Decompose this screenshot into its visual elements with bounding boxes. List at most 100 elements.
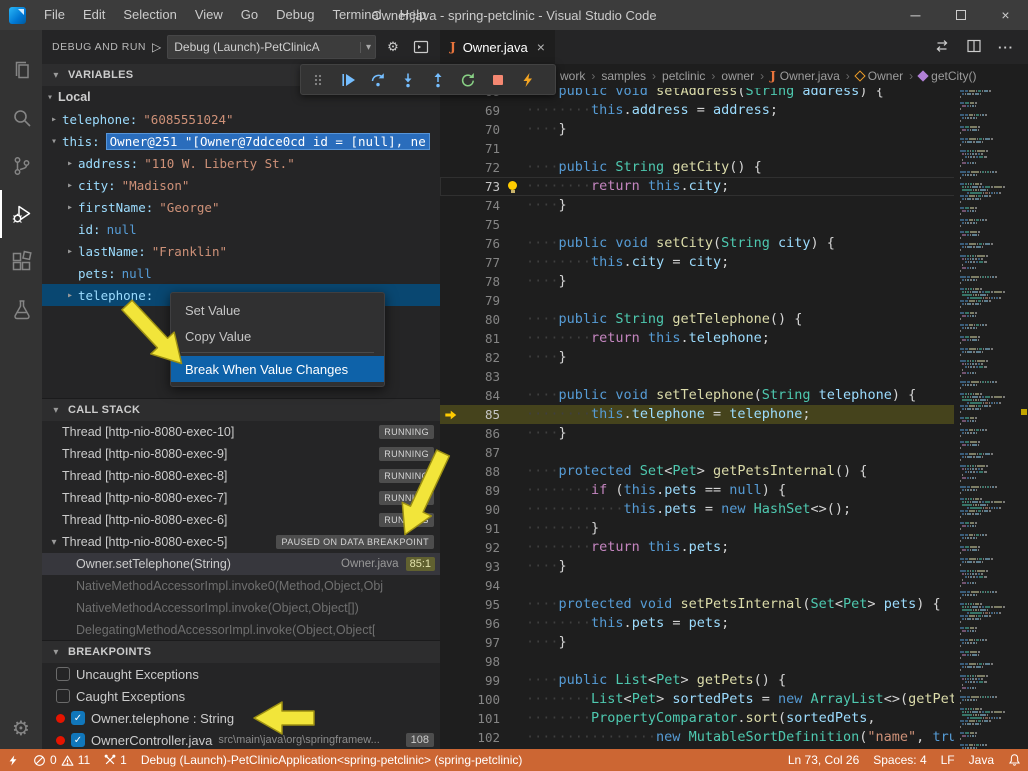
gutter-glyph[interactable] <box>440 139 462 158</box>
search-icon[interactable] <box>0 94 42 142</box>
gutter-glyph[interactable] <box>440 291 462 310</box>
paused-frame-arrow-icon[interactable] <box>440 405 462 424</box>
code-line[interactable]: 83 <box>440 367 1028 386</box>
code-line[interactable]: 79 <box>440 291 1028 310</box>
code-line[interactable]: 92········return this.pets; <box>440 538 1028 557</box>
explorer-icon[interactable] <box>0 46 42 94</box>
gutter-glyph[interactable] <box>440 462 462 481</box>
breakpoint-checkbox[interactable]: ✓ <box>71 733 85 747</box>
chevron-right-icon[interactable]: ▸ <box>62 290 78 301</box>
breadcrumb-item[interactable]: petclinic <box>662 69 705 83</box>
call-stack-pane-header[interactable]: ▾ CALL STACK <box>42 399 440 421</box>
gutter-glyph[interactable] <box>440 177 462 196</box>
thread-row[interactable]: Thread [http-nio-8080-exec-8]RUNNING <box>42 465 440 487</box>
close-tab-icon[interactable]: × <box>537 39 545 55</box>
breakpoints-pane-header[interactable]: ▾ BREAKPOINTS <box>42 641 440 663</box>
variable-row[interactable]: ▸firstName:"George" <box>42 196 440 218</box>
step-over-button[interactable] <box>363 66 393 94</box>
build-status[interactable]: 1 <box>97 749 134 771</box>
thread-row[interactable]: ▾Thread [http-nio-8080-exec-5]PAUSED ON … <box>42 531 440 553</box>
gutter-glyph[interactable] <box>440 215 462 234</box>
language-indicator[interactable]: Java <box>962 749 1001 771</box>
gutter-glyph[interactable] <box>440 557 462 576</box>
gutter-glyph[interactable] <box>440 310 462 329</box>
gutter-glyph[interactable] <box>440 614 462 633</box>
break-when-value-changes-menu-item[interactable]: Break When Value Changes <box>171 356 384 382</box>
run-debug-icon[interactable] <box>0 190 42 238</box>
code-line[interactable]: 99····public List<Pet> getPets() { <box>440 671 1028 690</box>
gutter-glyph[interactable] <box>440 348 462 367</box>
thread-row[interactable]: Thread [http-nio-8080-exec-9]RUNNING <box>42 443 440 465</box>
code-line[interactable]: 94 <box>440 576 1028 595</box>
breadcrumb-item[interactable]: samples <box>601 69 646 83</box>
menu-edit[interactable]: Edit <box>74 0 114 30</box>
gutter-glyph[interactable] <box>440 576 462 595</box>
settings-gear-icon[interactable]: ⚙ <box>12 716 30 741</box>
breadcrumb-item[interactable]: JOwner.java <box>770 69 840 83</box>
code-line[interactable]: 74····} <box>440 196 1028 215</box>
breakpoint-row[interactable]: Caught Exceptions <box>42 685 440 707</box>
code-line[interactable]: 71 <box>440 139 1028 158</box>
code-line[interactable]: 100········List<Pet> sortedPets = new Ar… <box>440 690 1028 709</box>
gutter-glyph[interactable] <box>440 690 462 709</box>
tab-owner-java[interactable]: J Owner.java × <box>440 30 555 64</box>
hot-code-replace-button[interactable] <box>513 66 543 94</box>
code-line[interactable]: 88····protected Set<Pet> getPetsInternal… <box>440 462 1028 481</box>
variable-row[interactable]: ▸lastName:"Franklin" <box>42 240 440 262</box>
debug-session-indicator[interactable]: Debug (Launch)-PetClinicApplication<spri… <box>134 749 530 771</box>
gutter-glyph[interactable] <box>440 443 462 462</box>
minimize-button[interactable]: ─ <box>893 0 938 30</box>
breakpoint-checkbox[interactable] <box>56 667 70 681</box>
notifications-bell[interactable] <box>1001 749 1028 771</box>
split-editor-icon[interactable] <box>966 38 982 57</box>
gutter-glyph[interactable] <box>440 500 462 519</box>
code-line[interactable]: 93····} <box>440 557 1028 576</box>
lightbulb-icon[interactable] <box>508 181 517 190</box>
chevron-right-icon[interactable]: ▸ <box>62 202 78 213</box>
variable-row[interactable]: pets:null <box>42 262 440 284</box>
stack-frame-row[interactable]: Owner.setTelephone(String)Owner.java85:1 <box>42 553 440 575</box>
code-line[interactable]: 77········this.city = city; <box>440 253 1028 272</box>
chevron-right-icon[interactable]: ▸ <box>46 114 62 125</box>
extensions-icon[interactable] <box>0 238 42 286</box>
problems-indicator[interactable]: 0 11 <box>26 749 97 771</box>
start-debug-icon[interactable]: ▷ <box>152 40 161 54</box>
code-line[interactable]: 84····public void setTelephone(String te… <box>440 386 1028 405</box>
code-line[interactable]: 72····public String getCity() { <box>440 158 1028 177</box>
gutter-glyph[interactable] <box>440 633 462 652</box>
gutter-glyph[interactable] <box>440 367 462 386</box>
breakpoint-row[interactable]: ✓OwnerController.javasrc\main\java\org\s… <box>42 729 440 749</box>
breadcrumb-item[interactable]: work <box>560 69 585 83</box>
menu-view[interactable]: View <box>186 0 232 30</box>
breakpoint-checkbox[interactable] <box>56 689 70 703</box>
minimap[interactable] <box>954 88 1020 749</box>
chevron-down-icon[interactable]: ▾ <box>46 537 62 548</box>
gutter-glyph[interactable] <box>440 329 462 348</box>
stack-frame-row[interactable]: DelegatingMethodAccessorImpl.invoke(Obje… <box>42 619 440 640</box>
thread-row[interactable]: Thread [http-nio-8080-exec-10]RUNNING <box>42 421 440 443</box>
gutter-glyph[interactable] <box>440 652 462 671</box>
gutter-glyph[interactable] <box>440 595 462 614</box>
variable-row[interactable]: ▸address:"110 W. Liberty St." <box>42 152 440 174</box>
code-line[interactable]: 75 <box>440 215 1028 234</box>
overview-ruler[interactable] <box>1020 88 1028 749</box>
gutter-glyph[interactable] <box>440 272 462 291</box>
more-actions-icon[interactable]: ··· <box>998 40 1014 55</box>
code-line[interactable]: 89········if (this.pets == null) { <box>440 481 1028 500</box>
context-menu-item[interactable]: Copy Value <box>171 323 384 349</box>
gutter-glyph[interactable] <box>440 709 462 728</box>
breakpoint-checkbox[interactable]: ✓ <box>71 711 85 725</box>
code-line[interactable]: 82····} <box>440 348 1028 367</box>
code-line[interactable]: 70····} <box>440 120 1028 139</box>
cursor-position[interactable]: Ln 73, Col 26 <box>781 749 866 771</box>
menu-debug[interactable]: Debug <box>267 0 323 30</box>
step-into-button[interactable] <box>393 66 423 94</box>
chevron-right-icon[interactable]: ▸ <box>62 180 78 191</box>
restart-button[interactable] <box>453 66 483 94</box>
breakpoint-row[interactable]: Uncaught Exceptions <box>42 663 440 685</box>
code-line[interactable]: 95····protected void setPetsInternal(Set… <box>440 595 1028 614</box>
gutter-glyph[interactable] <box>440 728 462 747</box>
gutter-glyph[interactable] <box>440 481 462 500</box>
breadcrumb-item[interactable]: getCity() <box>919 69 976 83</box>
code-line[interactable]: 90············this.pets = new HashSet<>(… <box>440 500 1028 519</box>
